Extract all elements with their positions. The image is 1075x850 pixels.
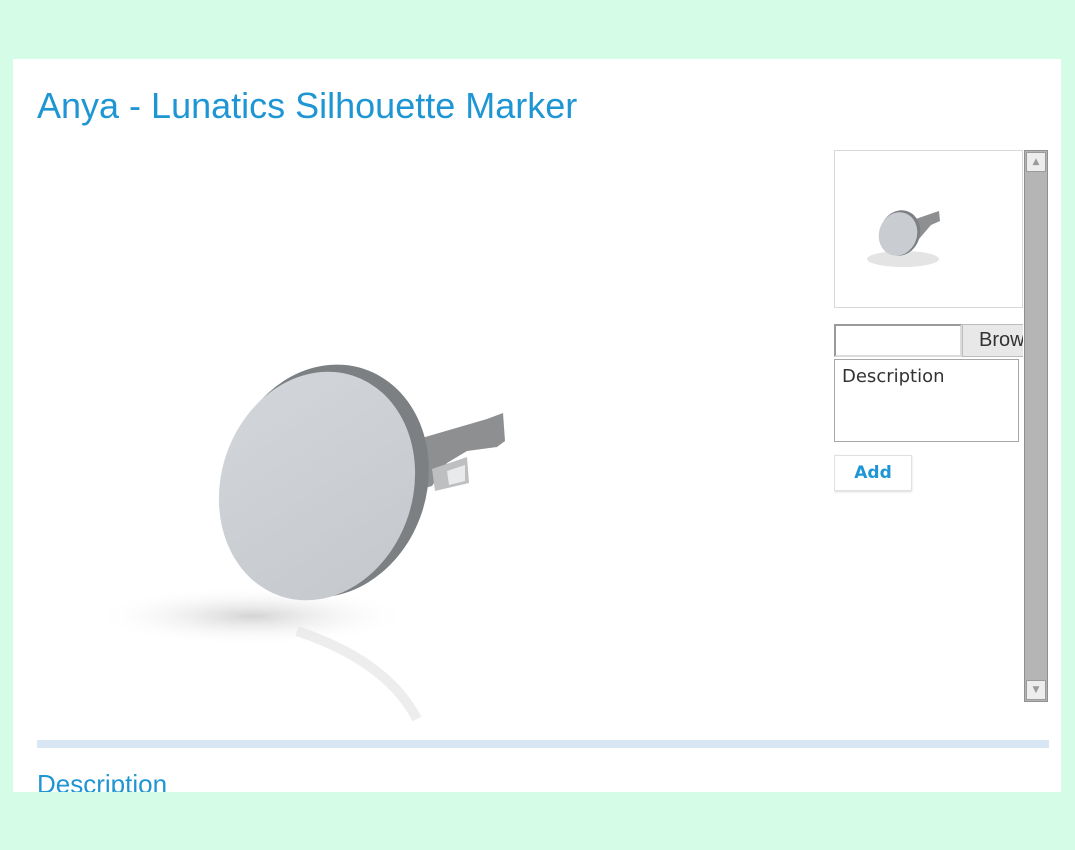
main-render-image[interactable]	[37, 151, 797, 723]
marker-render-graphic	[92, 364, 505, 722]
content-panel: Anya - Lunatics Silhouette Marker Brow D…	[13, 59, 1061, 792]
file-path-input[interactable]	[834, 324, 962, 357]
file-upload: Brow	[834, 324, 1023, 357]
sidebar-scrollbar[interactable]: ▲ ▼	[1024, 150, 1048, 702]
triangle-down-icon[interactable]: ▼	[1026, 680, 1046, 700]
browse-button[interactable]: Brow	[962, 324, 1023, 357]
thumbnail-render-graphic	[867, 210, 940, 267]
page-title: Anya - Lunatics Silhouette Marker	[37, 85, 578, 126]
thumbnail-image[interactable]	[834, 150, 1023, 308]
add-button[interactable]: Add	[834, 455, 912, 491]
section-divider	[37, 740, 1049, 748]
description-heading: Description	[37, 769, 168, 792]
image-sidebar: Brow Description Add	[834, 150, 1023, 702]
triangle-up-icon[interactable]: ▲	[1026, 152, 1046, 172]
description-textarea[interactable]: Description	[834, 359, 1019, 442]
